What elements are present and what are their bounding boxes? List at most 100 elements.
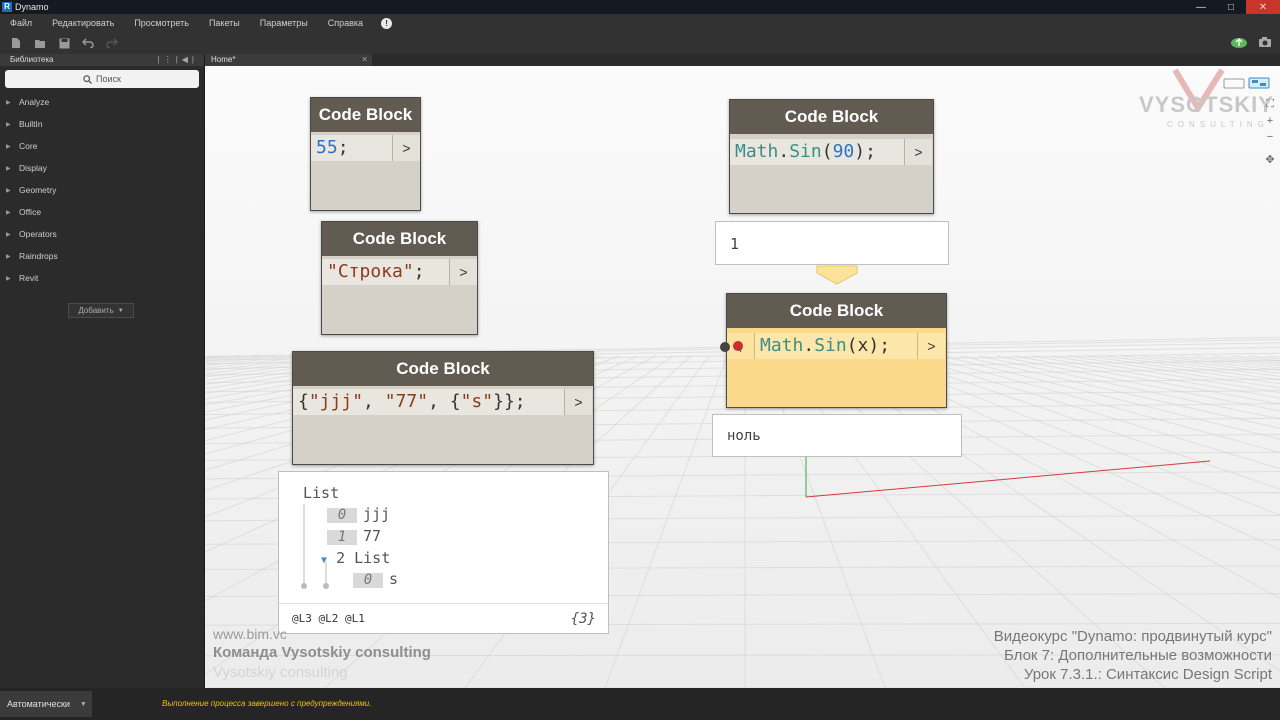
chevron-down-icon: ▼: [117, 307, 124, 314]
code-token: , {: [428, 391, 461, 412]
code-editor[interactable]: Math.Sin(x);: [755, 333, 917, 359]
zoom-in-icon[interactable]: +: [1267, 115, 1273, 127]
save-icon[interactable]: [56, 35, 72, 51]
preview-value: 1: [730, 235, 740, 253]
list-value: jjj: [363, 505, 391, 523]
course-title: Видеокурс "Dynamo: продвинутый курс": [993, 628, 1272, 645]
menu-bar: Файл Редактировать Просмотреть Пакеты Па…: [0, 14, 1280, 32]
watermark-team-faded: Vysotskiy consulting: [213, 664, 348, 681]
course-lesson: Урок 7.3.1.: Синтаксис Design Script: [1023, 666, 1272, 683]
pan-icon[interactable]: ✥: [1265, 153, 1274, 166]
add-library-button[interactable]: Добавить ▼: [68, 303, 134, 318]
output-port[interactable]: >: [904, 139, 932, 165]
new-file-icon[interactable]: [8, 35, 24, 51]
output-port[interactable]: >: [564, 389, 592, 415]
code-block-node-string[interactable]: Code Block "Строка"; >: [321, 221, 478, 335]
value-preview-bubble[interactable]: 1: [715, 221, 949, 265]
expand-arrow-icon: ▶: [6, 99, 11, 106]
level-label[interactable]: @L3: [292, 612, 312, 625]
list-item: 1 77: [327, 527, 381, 545]
code-editor[interactable]: Math.Sin(90);: [730, 139, 904, 165]
graph-canvas[interactable]: VYSOTSKIY CONSULTING ⛶ + − ✥ Code Block …: [205, 66, 1280, 688]
maximize-button[interactable]: □: [1216, 0, 1246, 14]
level-label[interactable]: @L2: [319, 612, 339, 625]
expand-arrow-icon: ▶: [6, 165, 11, 172]
zoom-out-icon[interactable]: −: [1267, 131, 1273, 143]
geometry-view-icon[interactable]: [1223, 76, 1245, 94]
warning-indicator-icon[interactable]: [816, 265, 858, 285]
library-category-core[interactable]: ▶ Core: [0, 135, 204, 157]
undo-icon[interactable]: [80, 35, 96, 51]
menu-file[interactable]: Файл: [10, 18, 32, 28]
preview-value: ноль: [727, 428, 761, 444]
category-label: Revit: [19, 273, 39, 283]
library-search-input[interactable]: Поиск: [5, 70, 199, 88]
value-preview-bubble[interactable]: ноль: [712, 414, 962, 457]
code-block-node-list[interactable]: Code Block {"jjj", "77", {"s"}}; >: [292, 351, 594, 465]
code-token: "s": [460, 391, 494, 412]
run-mode-dropdown[interactable]: Автоматически ▼: [0, 691, 92, 717]
list-index: 0: [327, 508, 357, 523]
output-port[interactable]: >: [917, 333, 945, 359]
node-title: Code Block: [322, 222, 477, 256]
search-placeholder: Поиск: [96, 74, 121, 84]
zoom-fit-icon[interactable]: ⛶: [1266, 98, 1274, 111]
code-editor[interactable]: {"jjj", "77", {"s"}};: [293, 389, 564, 415]
list-value: 77: [363, 527, 382, 545]
category-label: Office: [19, 207, 42, 217]
input-port-dot[interactable]: [720, 342, 730, 352]
expand-arrow-icon: ▶: [6, 253, 11, 260]
library-category-office[interactable]: ▶ Office: [0, 201, 204, 223]
notification-icon[interactable]: !: [381, 17, 393, 29]
list-preview-bubble[interactable]: List 0 jjj 1 77 ▼ 2 List 0s @L3 @L2 @L1 {3…: [278, 471, 609, 634]
menu-help[interactable]: Справка: [328, 18, 363, 28]
logo-main-text: VYSOTSKIY: [1139, 92, 1274, 117]
input-port-x[interactable]: x: [727, 333, 755, 359]
library-controls[interactable]: |⋮|◀|: [158, 54, 198, 66]
menu-view[interactable]: Просмотреть: [134, 18, 189, 28]
menu-settings[interactable]: Параметры: [260, 18, 308, 28]
status-bar: Автоматически ▼ Выполнение процесса заве…: [0, 688, 1280, 720]
close-button[interactable]: ✕: [1246, 0, 1280, 14]
minimize-button[interactable]: —: [1186, 0, 1216, 14]
code-token: }};: [493, 391, 526, 412]
list-index: 1: [327, 530, 357, 545]
code-token: .: [803, 335, 815, 356]
code-block-node-sin90[interactable]: Code Block Math.Sin(90); >: [729, 99, 934, 214]
library-category-display[interactable]: ▶ Display: [0, 157, 204, 179]
nested-list-header[interactable]: ▼ 2 List: [321, 549, 390, 567]
library-category-analyze[interactable]: ▶ Analyze: [0, 91, 204, 113]
redo-icon[interactable]: [104, 35, 120, 51]
collapse-arrow-icon[interactable]: ▼: [321, 555, 327, 566]
library-category-operators[interactable]: ▶ Operators: [0, 223, 204, 245]
camera-icon[interactable]: [1258, 35, 1272, 53]
library-category-builtin[interactable]: ▶ BuiltIn: [0, 113, 204, 135]
error-pin-icon: [733, 341, 743, 353]
open-file-icon[interactable]: [32, 35, 48, 51]
level-label[interactable]: @L1: [345, 612, 365, 625]
library-category-geometry[interactable]: ▶ Geometry: [0, 179, 204, 201]
code-token: 90: [832, 141, 855, 162]
tab-home[interactable]: Home* ✕: [205, 54, 372, 66]
code-token: Math: [735, 141, 779, 162]
graph-view-icon[interactable]: [1248, 76, 1270, 94]
expand-arrow-icon: ▶: [6, 209, 11, 216]
code-token: Sin: [814, 335, 847, 356]
code-block-node-number[interactable]: Code Block 55; >: [310, 97, 421, 211]
library-category-revit[interactable]: ▶ Revit: [0, 267, 204, 289]
menu-edit[interactable]: Редактировать: [52, 18, 114, 28]
code-editor[interactable]: 55;: [311, 135, 392, 161]
code-editor[interactable]: "Строка";: [322, 259, 449, 285]
code-block-node-sinx[interactable]: Code Block x Math.Sin(x); >: [720, 293, 947, 408]
cloud-upload-icon[interactable]: [1230, 35, 1248, 53]
category-label: Operators: [19, 229, 57, 239]
library-category-raindrops[interactable]: ▶ Raindrops: [0, 245, 204, 267]
output-port[interactable]: >: [392, 135, 420, 161]
library-header: Библиотека |⋮|◀|: [0, 54, 204, 66]
menu-packages[interactable]: Пакеты: [209, 18, 240, 28]
nested-list-label: List: [354, 549, 391, 567]
category-label: Display: [19, 163, 47, 173]
close-tab-icon[interactable]: ✕: [361, 54, 368, 66]
output-port[interactable]: >: [449, 259, 477, 285]
expand-arrow-icon: ▶: [6, 187, 11, 194]
